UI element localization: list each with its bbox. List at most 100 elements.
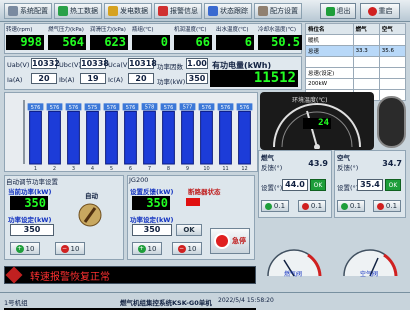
table-cell <box>352 67 380 79</box>
table-header-cell: 燃气 <box>352 23 380 35</box>
auto-plus-button[interactable]: + 10 <box>10 242 40 255</box>
bar <box>29 110 42 165</box>
air-ok-button[interactable]: OK <box>385 179 401 191</box>
table-header-cell: 档位名 <box>305 23 354 35</box>
air-set-label: 设置(°) <box>337 184 359 192</box>
table-cell <box>352 56 380 68</box>
jg-plus-button[interactable]: + 10 <box>132 242 162 255</box>
table-cell: 怠速 <box>305 45 354 57</box>
tab-6[interactable]: 配方设置 <box>254 3 302 19</box>
table-cell: 33.3 <box>352 45 380 57</box>
metric-label: 润滑压力(kPa) <box>90 27 126 33</box>
tab-icon <box>8 6 18 16</box>
gas-plus-button[interactable]: 0.1 <box>261 200 289 212</box>
current-power-label: 当前功率(kW) <box>8 188 52 196</box>
plus-icon <box>264 202 272 210</box>
gauge-needle <box>306 110 318 148</box>
minus-icon: − <box>177 244 186 253</box>
restart-icon <box>367 6 377 16</box>
tab-2[interactable]: 热工数据 <box>54 3 102 19</box>
table-cell: 200kW <box>305 78 354 90</box>
tab-4[interactable]: 报警信息 <box>154 3 202 19</box>
set-power-label: 功率设定(kW) <box>8 216 52 224</box>
uca-label: Uca(V) <box>108 61 130 69</box>
air-plus-button[interactable]: 0.1 <box>337 200 365 212</box>
table-cell: 35.6 <box>378 45 407 57</box>
breaker-status-lamp <box>186 198 200 206</box>
table-row[interactable]: 200kW <box>305 78 407 90</box>
metric-label: 转速(rpm) <box>6 27 33 33</box>
ia-label: Ia(A) <box>7 76 23 84</box>
table-row[interactable]: 暖机 <box>305 34 407 46</box>
table-row[interactable]: 怠速 33.3 35.6 <box>305 45 407 57</box>
jg-ok-button[interactable]: OK <box>176 224 202 236</box>
bar-value-label: 576 <box>69 105 79 111</box>
tab-1[interactable]: 系统配置 <box>4 3 52 19</box>
gas-ok-button[interactable]: OK <box>310 179 326 191</box>
table-cell <box>378 56 407 68</box>
tab-icon <box>58 6 68 16</box>
jg-set-label: 功率设定(kW) <box>130 216 174 224</box>
pf-value: 1.00 <box>186 58 208 69</box>
metric-label: 出水温度(℃) <box>216 27 249 33</box>
metric-label: 冷却水温度(℃) <box>258 27 296 33</box>
gas-valve-label: 燃气阀 <box>284 271 303 278</box>
set-power-input[interactable]: 350 <box>10 224 54 236</box>
air-feedback-value: 34.7 <box>382 159 402 168</box>
jg-minus-button[interactable]: − 10 <box>172 242 202 255</box>
ia-value: 20 <box>31 73 57 84</box>
bar-value-label: 576 <box>164 105 174 111</box>
table-cell <box>305 56 354 68</box>
table-cell <box>378 67 407 79</box>
bar-value-label: 576 <box>107 105 117 111</box>
gauge-title: 环境温度(℃) <box>292 97 328 104</box>
air-set-input[interactable]: 35.4 <box>357 179 383 191</box>
auto-label: 自动 <box>85 192 98 200</box>
table-row[interactable] <box>305 56 407 68</box>
ubc-value: 10338 <box>80 58 109 69</box>
uab-label: Uab(V) <box>7 61 30 69</box>
metric-value: 66 <box>174 35 212 50</box>
emergency-stop-button[interactable]: 急停 <box>210 228 250 254</box>
auto-minus-button[interactable]: − 10 <box>55 242 85 255</box>
bar <box>181 110 194 165</box>
minus-icon <box>301 202 309 210</box>
bar-value-label: 576 <box>50 105 60 111</box>
bar <box>67 110 80 165</box>
bar <box>200 110 213 165</box>
return-button[interactable]: 退出 <box>320 3 356 19</box>
breaker-status-label: 断路器状态 <box>188 188 221 196</box>
air-valve-label: 空气阀 <box>360 271 379 278</box>
gas-set-input[interactable]: 44.0 <box>282 179 308 191</box>
bar <box>219 110 232 165</box>
bar-value-label: 578 <box>145 105 155 111</box>
metric-value: 6 <box>216 35 254 50</box>
table-cell <box>378 78 407 90</box>
tab-icon <box>158 6 168 16</box>
bar-value-label: 576 <box>202 105 212 111</box>
minus-icon: − <box>60 244 69 253</box>
tab-3[interactable]: 发电数据 <box>104 3 152 19</box>
bar <box>124 110 137 165</box>
uab-value: 10332 <box>31 58 60 69</box>
minus-icon <box>376 202 384 210</box>
auto-adjust-title: 自动调节功率设置 <box>6 178 58 186</box>
jg-set-input[interactable]: 350 <box>132 224 172 236</box>
table-header-cell: 空气 <box>378 23 407 35</box>
restart-button[interactable]: 重启 <box>360 3 400 19</box>
gas-minus-button[interactable]: 0.1 <box>298 200 326 212</box>
gauge-value: 24 <box>303 118 331 129</box>
metric-label: 机润温度(℃) <box>174 27 207 33</box>
table-cell <box>378 34 407 46</box>
air-minus-button[interactable]: 0.1 <box>373 200 401 212</box>
auto-knob[interactable] <box>75 202 105 228</box>
gas-feedback-label: 反馈(°) <box>261 164 283 172</box>
bar-value-label: 576 <box>31 105 41 111</box>
table-row[interactable]: 怠速(设定) <box>305 67 407 79</box>
tab-icon <box>108 6 118 16</box>
uca-value: 10318 <box>128 58 157 69</box>
bar-category-label: 10 <box>203 166 209 172</box>
bar <box>143 110 156 165</box>
tab-5[interactable]: 状态跟踪 <box>204 3 252 19</box>
table-cell <box>352 34 380 46</box>
